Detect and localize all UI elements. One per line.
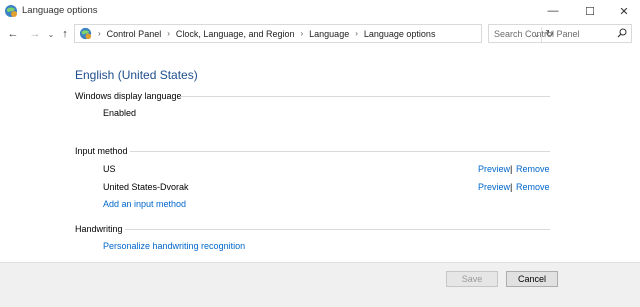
section-divider [125,229,550,230]
add-input-method-link[interactable]: Add an input method [103,199,186,209]
display-language-label: Windows display language [75,91,182,101]
close-button[interactable]: ✕ [607,0,640,22]
back-button[interactable]: ← [6,26,20,42]
window-title: Language options [22,5,98,16]
back-arrow-icon: ← [7,28,19,40]
preview-link-us[interactable]: Preview [478,164,510,174]
breadcrumb-separator[interactable]: › [300,29,303,38]
recent-locations-button[interactable]: ⌄ [44,26,58,42]
search-input[interactable] [489,25,618,42]
search-box [488,24,632,43]
remove-link-dvorak[interactable]: Remove [516,182,550,192]
close-icon: ✕ [619,5,629,18]
input-method-label: Input method [75,146,128,156]
footer-bar: Save Cancel [0,262,640,307]
personalize-handwriting-link[interactable]: Personalize handwriting recognition [103,241,245,251]
language-heading: English (United States) [75,68,198,82]
section-divider [130,151,550,152]
title-bar: Language options — ☐ ✕ [0,0,640,22]
breadcrumb-clock-language-region[interactable]: Clock, Language, and Region [176,29,295,39]
control-panel-icon [79,27,92,40]
breadcrumb-language[interactable]: Language [309,29,349,39]
search-icon[interactable] [617,28,627,38]
breadcrumb-language-options[interactable]: Language options [364,29,436,39]
forward-arrow-icon: → [29,28,41,40]
link-separator: | [510,182,513,192]
breadcrumb-control-panel[interactable]: Control Panel [107,29,162,39]
maximize-icon: ☐ [585,5,595,18]
up-arrow-icon: ↑ [62,28,68,40]
navigation-bar: ← → ⌄ ↑ › Control Panel › Clock, Languag… [0,22,640,46]
forward-button[interactable]: → [28,26,42,42]
remove-link-us[interactable]: Remove [516,164,550,174]
input-method-name-us: US [103,164,116,174]
input-method-name-dvorak: United States-Dvorak [103,182,189,192]
up-button[interactable]: ↑ [58,26,72,42]
control-panel-icon [5,5,17,17]
preview-link-dvorak[interactable]: Preview [478,182,510,192]
breadcrumb-separator[interactable]: › [355,29,358,38]
cancel-button[interactable]: Cancel [506,271,558,287]
handwriting-label: Handwriting [75,224,123,234]
main-content: English (United States) Windows display … [0,46,640,262]
minimize-icon: — [547,5,559,17]
display-language-status: Enabled [103,108,137,118]
breadcrumb-separator[interactable]: › [167,29,170,38]
chevron-down-icon: ⌄ [47,29,55,39]
minimize-button[interactable]: — [536,0,570,22]
save-button[interactable]: Save [446,271,498,287]
link-separator: | [510,164,513,174]
address-bar[interactable]: › Control Panel › Clock, Language, and R… [74,24,554,43]
section-divider [180,96,550,97]
maximize-button[interactable]: ☐ [573,0,607,22]
breadcrumb-separator: › [98,29,101,38]
